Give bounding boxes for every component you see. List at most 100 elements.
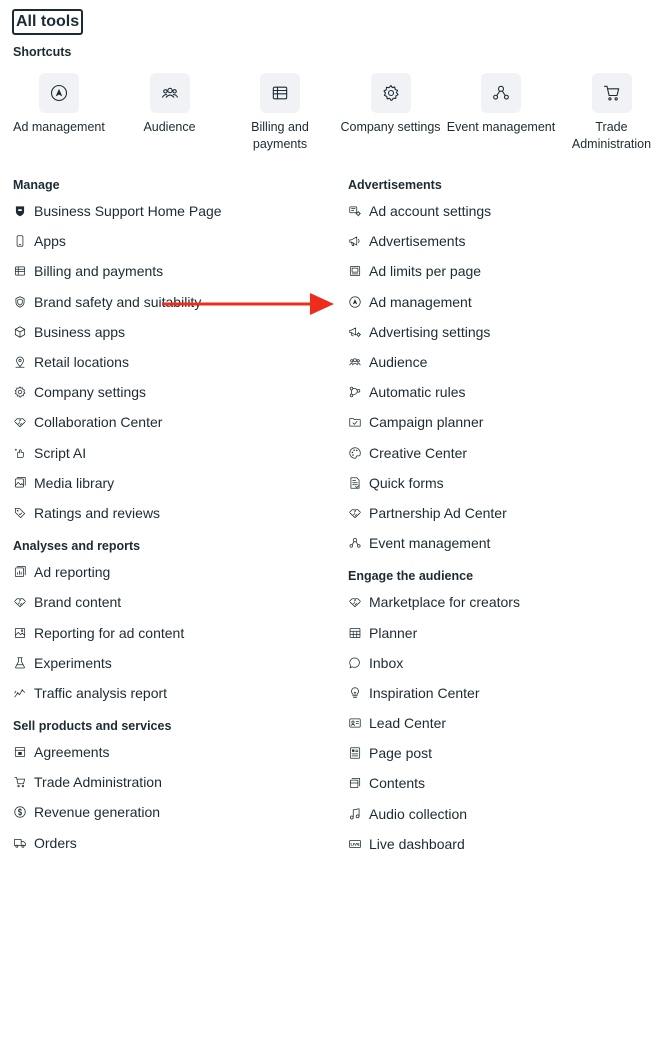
tool-link[interactable]: Ad limits per page: [348, 256, 658, 286]
tool-link[interactable]: Billing and payments: [13, 256, 333, 286]
tool-link[interactable]: Inspiration Center: [348, 678, 658, 708]
tool-link[interactable]: Planner: [348, 617, 658, 647]
truck-icon: [13, 836, 27, 850]
shortcut-label: Audience: [143, 120, 196, 134]
shortcut-item[interactable]: Event management: [446, 73, 556, 136]
tool-link[interactable]: Experiments: [13, 648, 333, 678]
tool-link[interactable]: Script AI: [13, 438, 333, 468]
tool-link-label: Experiments: [34, 654, 112, 671]
tool-link-label: Inbox: [369, 654, 404, 671]
tool-link[interactable]: Agreements: [13, 737, 333, 767]
tool-link-label: Page post: [369, 745, 433, 762]
shortcut-item[interactable]: Audience: [115, 73, 225, 136]
tool-link-label: Inspiration Center: [369, 684, 480, 701]
tool-link[interactable]: Partnership Ad Center: [348, 498, 658, 528]
gear-icon: [370, 73, 411, 113]
tool-link-label: Trade Administration: [34, 774, 162, 791]
audience-icon: [149, 73, 190, 113]
tool-link-label: Business Support Home Page: [34, 203, 222, 220]
shield-icon: [13, 295, 27, 309]
tool-link-label: Billing and payments: [34, 263, 164, 280]
tool-link[interactable]: Collaboration Center: [13, 407, 333, 437]
shortcut-label: Trade Administration: [571, 120, 652, 151]
tool-link[interactable]: Media library: [13, 468, 333, 498]
tool-link[interactable]: Inbox: [348, 648, 658, 678]
shortcut-item[interactable]: Trade Administration: [557, 73, 667, 153]
tool-link-label: Contents: [369, 775, 426, 792]
audience-icon: [348, 355, 362, 369]
billing-icon: [13, 264, 27, 278]
tool-link[interactable]: Lead Center: [348, 708, 658, 738]
shortcut-label: Billing and payments: [251, 120, 309, 151]
stack-icon: [348, 776, 362, 790]
tool-link-label: Marketplace for creators: [369, 594, 520, 611]
tool-link-label: Revenue generation: [34, 804, 161, 821]
shortcuts-heading: Shortcuts: [13, 45, 72, 59]
tool-link[interactable]: Reporting for ad content: [13, 617, 333, 647]
tool-link[interactable]: Page post: [348, 738, 658, 768]
dollar-icon: [13, 805, 27, 819]
palette-icon: [348, 446, 362, 460]
tool-link[interactable]: Traffic analysis report: [13, 678, 333, 708]
advertisements-group: Advertisements Ad account settings Advert…: [348, 176, 658, 558]
megaphone-icon: [348, 234, 362, 248]
tool-link[interactable]: Trade Administration: [13, 767, 333, 797]
manage-group: Manage Business Support Home Page Apps Bil…: [13, 176, 333, 528]
post-icon: [348, 746, 362, 760]
shortcut-item[interactable]: Billing and payments: [225, 73, 335, 153]
live-icon: LIVE: [348, 837, 362, 851]
tool-link[interactable]: Event management: [348, 528, 658, 558]
shortcut-label: Ad management: [13, 120, 105, 134]
shortcut-item[interactable]: Ad management: [4, 73, 114, 136]
tool-link[interactable]: Orders: [13, 828, 333, 858]
handshake-icon: [13, 415, 27, 429]
tool-link[interactable]: Audience: [348, 347, 658, 377]
tool-link[interactable]: Campaign planner: [348, 407, 658, 437]
tool-link[interactable]: Automatic rules: [348, 377, 658, 407]
tool-link[interactable]: Ad reporting: [13, 557, 333, 587]
tool-link[interactable]: Brand content: [13, 587, 333, 617]
tool-link-label: Partnership Ad Center: [369, 504, 507, 521]
media-icon: [13, 476, 27, 490]
page-title[interactable]: All tools: [12, 9, 84, 35]
tool-link[interactable]: Marketplace for creators: [348, 587, 658, 617]
tool-link-label: Automatic rules: [369, 384, 466, 401]
tool-link-label: Ad management: [369, 293, 472, 310]
svg-text:LIVE: LIVE: [350, 841, 360, 846]
tool-link-label: Apps: [34, 233, 66, 250]
tool-link[interactable]: Business Support Home Page: [13, 196, 333, 226]
tool-link-label: Company settings: [34, 384, 147, 401]
tool-link[interactable]: Company settings: [13, 377, 333, 407]
tool-link[interactable]: Quick forms: [348, 468, 658, 498]
red-arrow-annotation: [162, 293, 334, 315]
tool-link-label: Live dashboard: [369, 835, 465, 852]
tool-link-label: Ratings and reviews: [34, 504, 161, 521]
event-management-icon: [481, 73, 521, 113]
tool-link[interactable]: Ad account settings: [348, 196, 658, 226]
tool-link[interactable]: Advertising settings: [348, 317, 658, 347]
tool-link-label: Script AI: [34, 444, 87, 461]
music-note-icon: [348, 807, 362, 821]
tool-link[interactable]: Audio collection: [348, 799, 658, 829]
tool-link[interactable]: Retail locations: [13, 347, 333, 377]
shortcuts-bar: Ad management Audience Billing and payment…: [4, 73, 669, 163]
engage-group: Engage the audience Marketplace for crea…: [348, 567, 658, 859]
tool-link[interactable]: Creative Center: [348, 438, 658, 468]
chat-bubble-icon: [348, 656, 362, 670]
tool-link[interactable]: Ad management: [348, 287, 658, 317]
tool-link[interactable]: Contents: [348, 768, 658, 798]
tool-link-label: Audience: [369, 354, 428, 371]
id-card-icon: [348, 716, 362, 730]
tool-link[interactable]: Business apps: [13, 317, 333, 347]
shortcut-item[interactable]: Company settings: [336, 73, 446, 136]
image-chart-icon: [13, 626, 27, 640]
tool-link[interactable]: Apps: [13, 226, 333, 256]
tool-link-label: Planner: [369, 624, 418, 641]
tool-link[interactable]: Ratings and reviews: [13, 498, 333, 528]
tool-link[interactable]: LIVE Live dashboard: [348, 829, 658, 859]
tool-link[interactable]: Advertisements: [348, 226, 658, 256]
left-column: Manage Business Support Home Page Apps Bil…: [13, 176, 333, 858]
tool-link-label: Quick forms: [369, 474, 444, 491]
tool-link[interactable]: Revenue generation: [13, 797, 333, 827]
advertisements-heading: Advertisements: [348, 178, 442, 192]
